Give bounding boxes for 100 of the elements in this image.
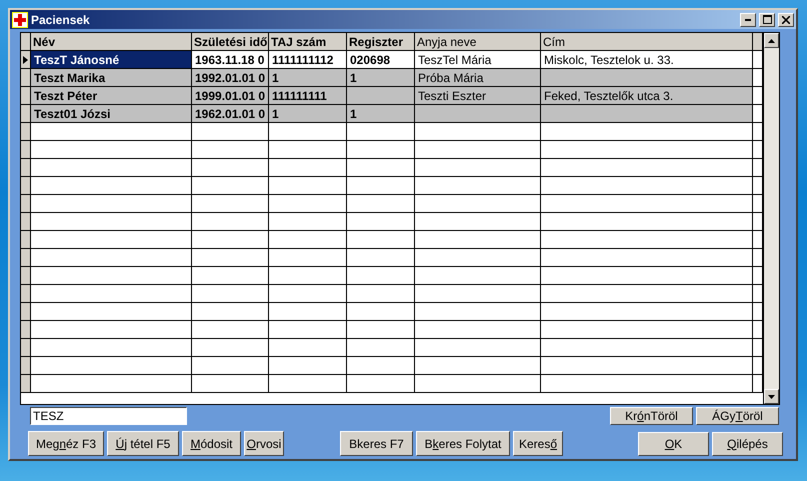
maximize-icon: [762, 15, 772, 24]
close-button[interactable]: [778, 12, 794, 26]
row-header[interactable]: [21, 177, 31, 195]
minimize-icon: [745, 18, 751, 20]
row-header[interactable]: [21, 141, 31, 159]
medical-cross-icon: [12, 12, 28, 28]
minimize-button[interactable]: [740, 12, 756, 26]
table-cell: [753, 87, 763, 105]
column-header[interactable]: Név: [31, 33, 192, 51]
action-button[interactable]: Megnéz F3: [28, 431, 104, 456]
table-cell: [347, 231, 415, 249]
table-cell: [347, 195, 415, 213]
row-header[interactable]: [21, 321, 31, 339]
column-header[interactable]: Születési idő: [192, 33, 269, 51]
table-cell: [753, 231, 763, 249]
row-header[interactable]: [21, 123, 31, 141]
scrollbar[interactable]: [763, 33, 779, 404]
table-cell: [753, 105, 763, 123]
table-cell: Feked, Tesztelők utca 3.: [541, 87, 753, 105]
column-header[interactable]: TAJ szám: [269, 33, 347, 51]
table-cell: Teszt01 Józsi: [31, 105, 192, 123]
row-header[interactable]: [21, 195, 31, 213]
search-field[interactable]: TESZ: [30, 407, 187, 425]
table-cell: [347, 159, 415, 177]
table-cell: 1962.01.01 0: [192, 105, 269, 123]
table-cell: TeszTel Mária: [415, 51, 541, 69]
table-cell: 020698: [347, 51, 415, 69]
delete-button[interactable]: KrónTöröl: [610, 407, 693, 425]
table-cell: 1: [269, 105, 347, 123]
column-header[interactable]: Cím: [541, 33, 753, 51]
table-cell: Teszt Marika: [31, 69, 192, 87]
table-cell: [753, 213, 763, 231]
table-cell: [753, 267, 763, 285]
action-button[interactable]: Új tétel F5: [107, 431, 179, 456]
row-header[interactable]: [21, 213, 31, 231]
table-cell: [753, 249, 763, 267]
action-button[interactable]: OK: [638, 432, 709, 456]
table-cell: [753, 339, 763, 357]
table-cell: [753, 285, 763, 303]
table-cell: [753, 51, 763, 69]
table-cell: 1: [347, 105, 415, 123]
row-header[interactable]: [21, 105, 31, 123]
table-cell: Próba Mária: [415, 69, 541, 87]
row-header[interactable]: [21, 357, 31, 375]
table-cell: 1: [347, 69, 415, 87]
table-cell: [753, 195, 763, 213]
action-button[interactable]: Bkeres Folytat: [416, 431, 510, 456]
table-cell: [753, 321, 763, 339]
window-title: Paciensek: [31, 12, 91, 26]
row-header[interactable]: [21, 51, 31, 69]
row-pointer-icon: [23, 56, 28, 64]
table-cell: [347, 285, 415, 303]
table-cell: Miskolc, Tesztelok u. 33.: [541, 51, 753, 69]
column-header[interactable]: Anyja neve: [415, 33, 541, 51]
table-cell: [347, 303, 415, 321]
table-cell: [347, 123, 415, 141]
row-header[interactable]: [21, 159, 31, 177]
action-button[interactable]: Módosit: [182, 431, 241, 456]
table-cell: Teszti Eszter: [415, 87, 541, 105]
close-icon: [782, 16, 790, 24]
delete-button[interactable]: ÁGyTöröl: [696, 407, 779, 425]
table-cell: TeszT Jánosné: [31, 51, 192, 69]
table-cell: [347, 249, 415, 267]
action-button[interactable]: Orvosi: [244, 431, 284, 456]
row-header[interactable]: [21, 285, 31, 303]
row-header[interactable]: [21, 267, 31, 285]
row-header[interactable]: [21, 231, 31, 249]
scroll-up-button[interactable]: [764, 33, 779, 48]
down-arrow-icon: [768, 394, 775, 398]
row-header[interactable]: [21, 249, 31, 267]
action-button[interactable]: Bkeres F7: [340, 431, 413, 456]
table-cell: [347, 213, 415, 231]
row-header[interactable]: [21, 375, 31, 393]
table-cell: 111111111: [269, 87, 347, 105]
row-header[interactable]: [21, 303, 31, 321]
action-button[interactable]: Qilépés: [712, 432, 783, 456]
maximize-button[interactable]: [759, 12, 775, 26]
row-header[interactable]: [21, 87, 31, 105]
table-cell: [753, 123, 763, 141]
table-cell: [347, 375, 415, 393]
row-header[interactable]: [21, 69, 31, 87]
table-cell: 1963.11.18 0: [192, 51, 269, 69]
up-arrow-icon: [768, 38, 775, 42]
table-cell: 1111111112: [269, 51, 347, 69]
table-cell: [753, 177, 763, 195]
action-button[interactable]: Kereső: [513, 431, 563, 456]
table-cell: [753, 69, 763, 87]
table-cell: 1992.01.01 0: [192, 69, 269, 87]
table-cell: [347, 321, 415, 339]
table-cell: [753, 159, 763, 177]
row-header[interactable]: [21, 339, 31, 357]
table-cell: [347, 177, 415, 195]
table-cell: [753, 357, 763, 375]
column-header[interactable]: Regiszter: [347, 33, 415, 51]
table-cell: [753, 303, 763, 321]
table-cell: 1999.01.01 0: [192, 87, 269, 105]
table-cell: [347, 267, 415, 285]
table-cell: [753, 141, 763, 159]
scroll-down-button[interactable]: [764, 389, 779, 404]
table-cell: [753, 375, 763, 393]
